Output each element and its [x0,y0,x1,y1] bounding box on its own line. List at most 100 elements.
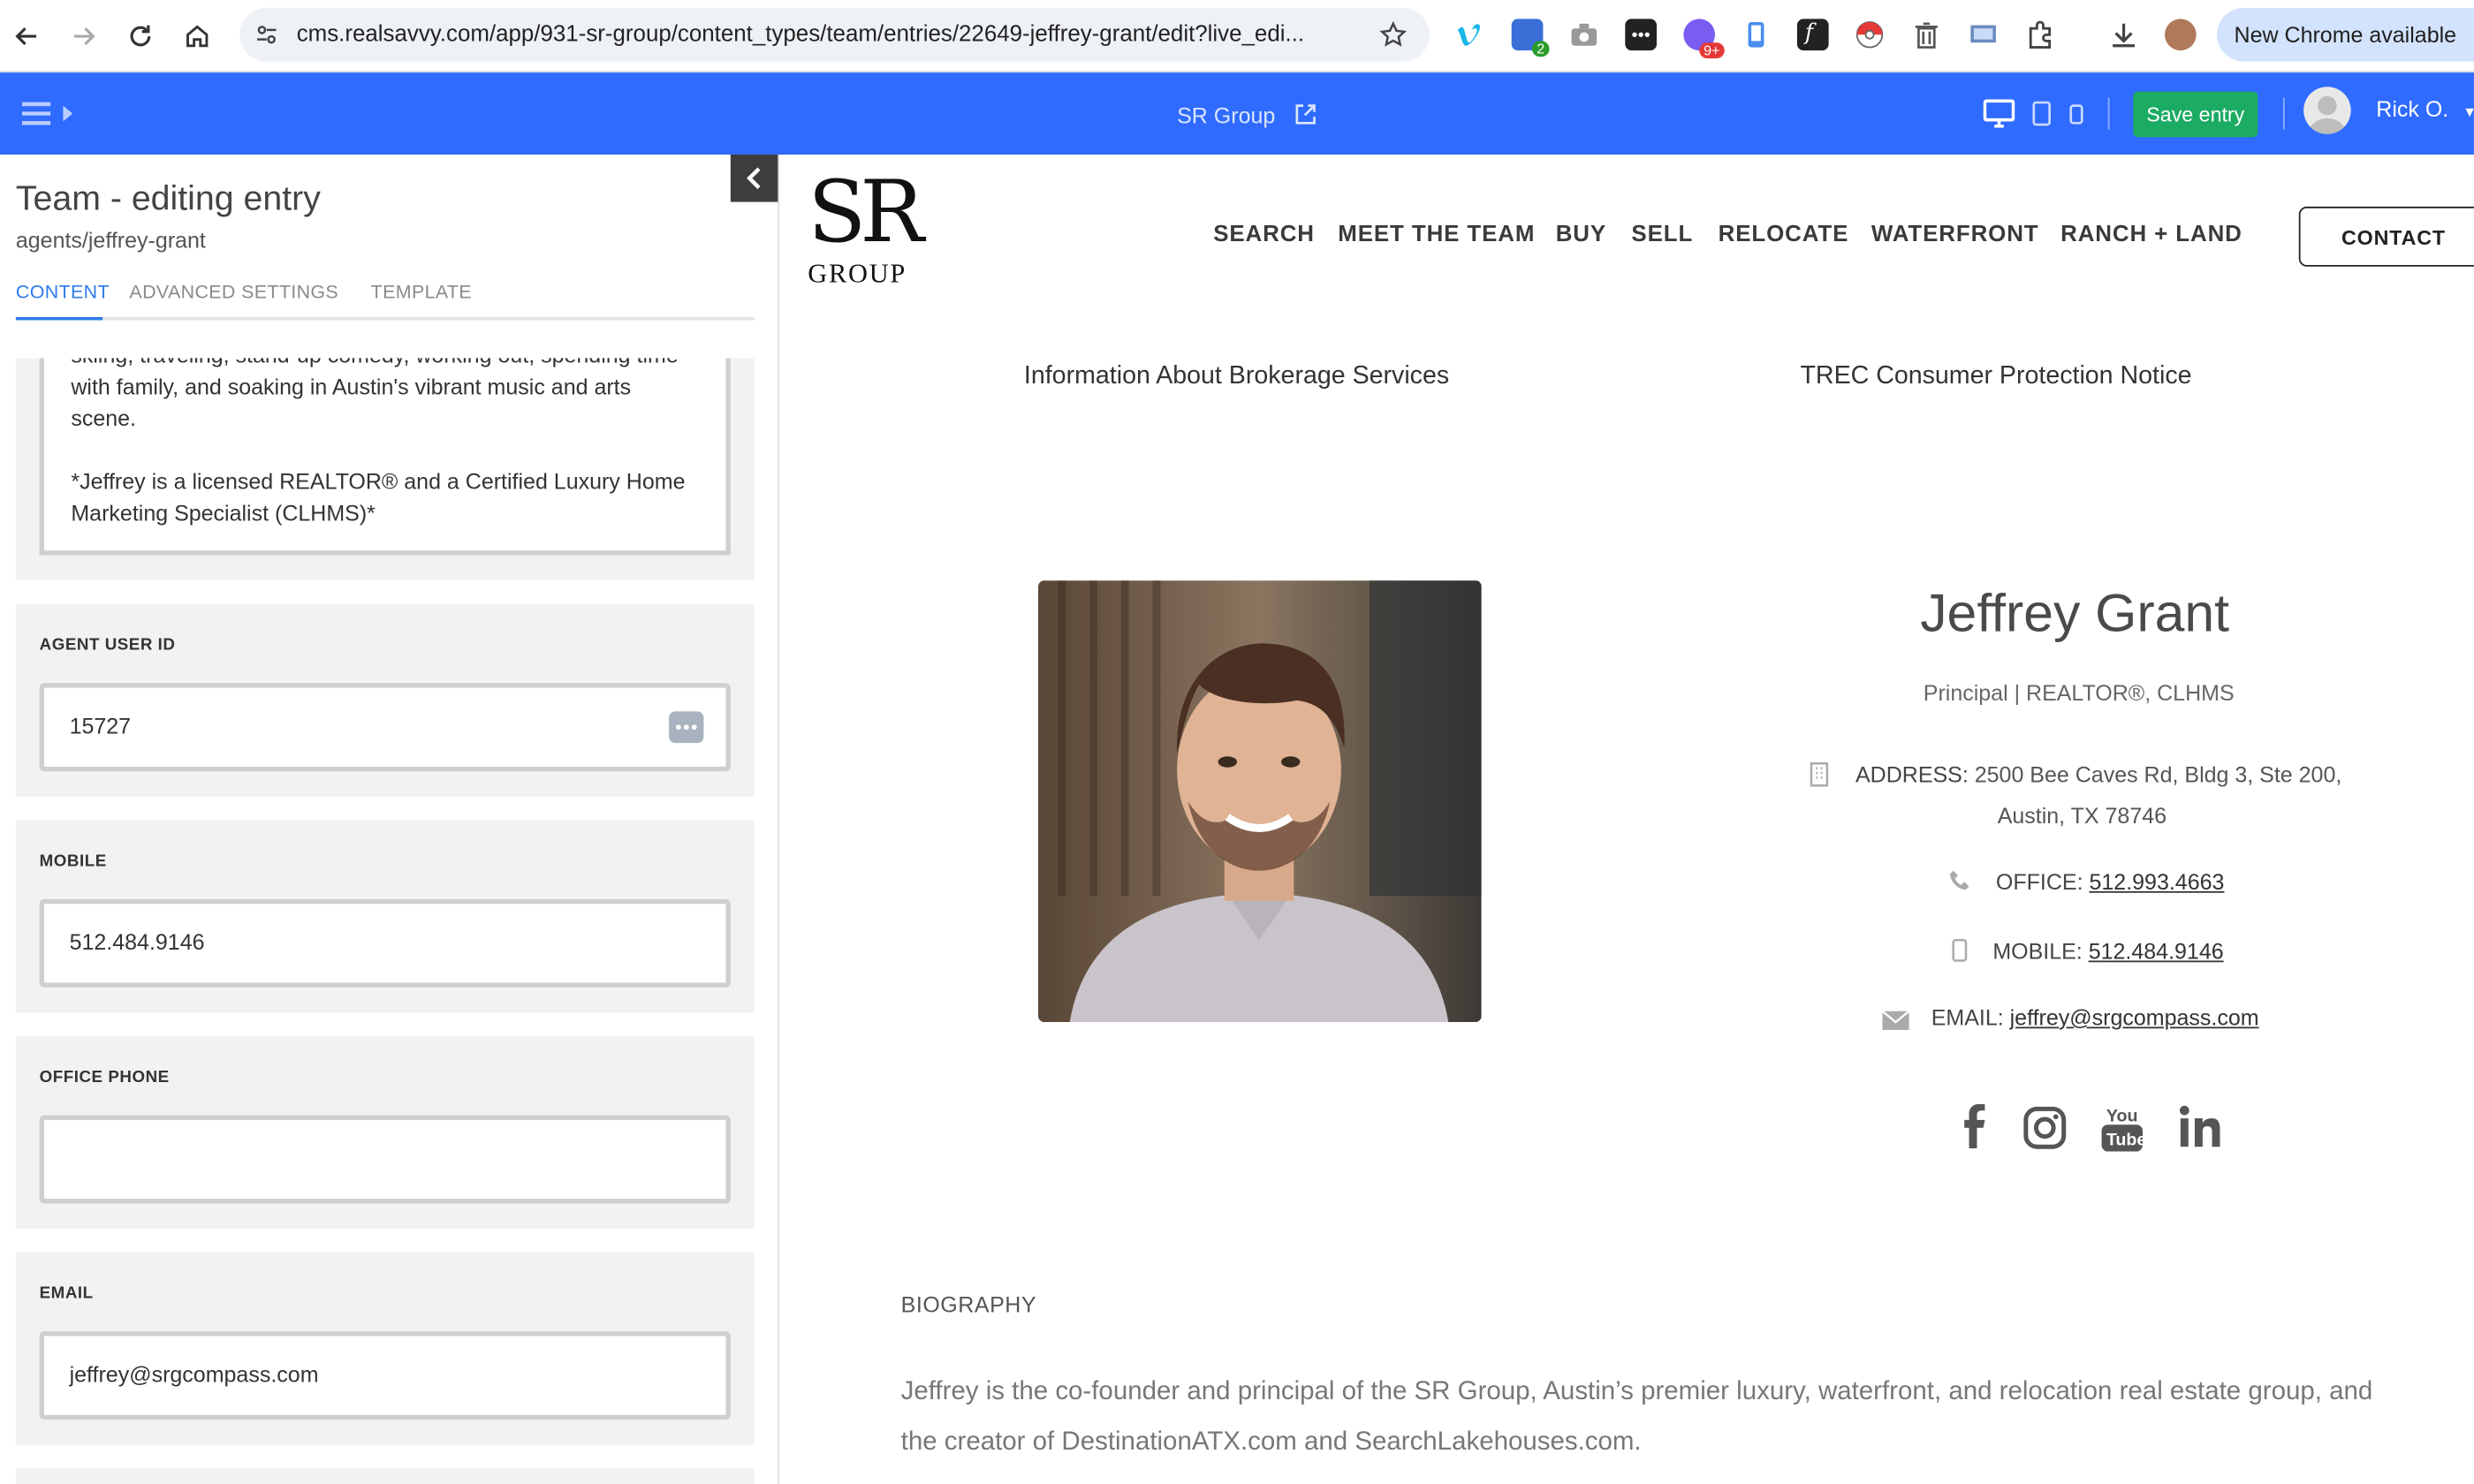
tab-template[interactable]: TEMPLATE [371,281,472,303]
textarea-line: scene. [71,405,137,431]
field-value: jeffrey@srgcompass.com [69,1361,319,1387]
office-phone-input[interactable] [39,1115,731,1204]
chrome-update-button[interactable]: New Chrome available [2216,7,2474,62]
desktop-view-icon[interactable] [1983,99,2015,135]
email-label: EMAIL: [1931,1004,2004,1031]
agent-user-id-input[interactable]: 15727 [39,683,731,772]
bio-field-card: skiing, traveling, stand-up comedy, work… [15,358,755,581]
instagram-icon[interactable] [2021,1101,2068,1151]
fields-scroll-area[interactable]: skiing, traveling, stand-up comedy, work… [0,358,778,1484]
tabs-divider [15,316,755,321]
password-manager-icon[interactable] [669,711,704,744]
facebook-icon[interactable] [1950,1101,1998,1151]
nav-search[interactable]: SEARCH [1213,223,1315,248]
office-phone-link[interactable]: 512.993.4663 [2089,869,2224,895]
mobile-phone-icon [1952,938,1968,970]
field-label: MOBILE [39,852,107,871]
email-input[interactable]: jeffrey@srgcompass.com [39,1331,731,1420]
site-name-link[interactable]: SR Group [1177,102,1275,128]
collapse-panel-button[interactable] [730,154,778,202]
logo-mark: SR [808,162,923,262]
building-icon [1808,761,1830,794]
live-preview: SR GROUP SEARCH MEET THE TEAM BUY SELL R… [780,154,2474,1484]
entry-slug: agents/jeffrey-grant [15,227,206,253]
contact-button[interactable]: CONTACT [2298,206,2474,267]
agent-email: EMAIL: jeffrey@srgcompass.com [1931,1004,2259,1030]
tablet-view-icon[interactable] [2032,101,2051,133]
textarea-line: skiing, traveling, stand-up comedy, work… [71,358,702,370]
sr-group-logo[interactable]: SR GROUP [808,162,923,291]
forward-icon[interactable] [66,19,101,53]
profile-avatar-icon[interactable] [2164,19,2197,51]
agent-mobile: MOBILE: 512.484.9146 [1992,938,2223,964]
address-bar[interactable]: cms.realsavvy.com/app/931-sr-group/conte… [239,7,1430,62]
menu-toggle-icon[interactable] [21,101,79,133]
nav-sell[interactable]: SELL [1631,223,1693,248]
site-settings-icon[interactable] [254,22,279,55]
header-divider [2282,97,2285,130]
field-value: 512.484.9146 [69,928,205,955]
bio-textarea[interactable]: skiing, traveling, stand-up comedy, work… [39,358,731,556]
brokerage-services-link[interactable]: Information About Brokerage Services [1024,363,1449,391]
notification-extension-icon[interactable]: 9+ [1683,19,1725,59]
svg-text:Tube: Tube [2106,1130,2146,1149]
camera-extension-icon[interactable] [1568,19,1600,50]
bookmark-star-icon[interactable] [1379,20,1408,57]
mobile-input[interactable]: 512.484.9146 [39,898,731,988]
logo-wordmark: GROUP [808,258,907,289]
puzzle-extensions-icon[interactable] [2024,19,2056,50]
agent-title: Principal | REALTOR®, CLHMS [1923,679,2235,706]
youtube-icon[interactable]: You Tube [2098,1101,2146,1152]
mobile-card: MOBILE 512.484.9146 [15,820,755,1013]
nav-meet-the-team[interactable]: MEET THE TEAM [1338,223,1535,248]
more-dots-extension-icon[interactable] [1625,19,1657,51]
vimeo-extension-icon[interactable] [1454,19,1486,50]
office-phone-card: OFFICE PHONE [15,1036,755,1230]
browser-toolbar: cms.realsavvy.com/app/931-sr-group/conte… [0,0,2474,73]
external-link-icon[interactable] [1294,102,1317,134]
download-icon[interactable] [2108,19,2140,50]
home-icon[interactable] [180,19,215,53]
phone-icon [1948,869,1970,899]
nav-relocate[interactable]: RELOCATE [1719,223,1849,248]
email-card: EMAIL jeffrey@srgcompass.com [15,1252,755,1445]
page-title: Team - editing entry [15,178,321,218]
back-icon[interactable] [10,19,44,53]
email-link[interactable]: jeffrey@srgcompass.com [2010,1004,2259,1030]
trash-extension-icon[interactable] [1910,19,1942,50]
nav-waterfront[interactable]: WATERFRONT [1871,223,2039,248]
chevron-left-icon [747,167,761,190]
header-divider [2107,97,2110,130]
agent-name: Jeffrey Grant [1920,583,2230,644]
phone-extension-icon[interactable] [1741,19,1772,50]
user-name: Rick O. [2376,95,2449,122]
reload-icon[interactable] [123,19,157,53]
trec-notice-link[interactable]: TREC Consumer Protection Notice [1800,363,2191,391]
nav-buy[interactable]: BUY [1556,223,1606,248]
save-entry-button[interactable]: Save entry [2133,91,2258,138]
linkedin-icon[interactable] [2175,1101,2223,1151]
mobile-label: MOBILE: [1992,938,2083,965]
font-extension-icon[interactable]: f [1796,19,1829,51]
code-extension-icon[interactable]: 2 [1511,19,1550,57]
user-menu[interactable]: Rick O. ▼ [2376,96,2474,122]
tab-advanced-settings[interactable]: ADVANCED SETTINGS [129,281,338,303]
user-avatar[interactable] [2303,87,2351,134]
tab-content[interactable]: CONTENT [16,281,110,303]
mobile-view-icon[interactable] [2068,104,2084,132]
field-value: 15727 [69,713,132,738]
agent-office: OFFICE: 512.993.4663 [1996,869,2225,895]
address-line2: Austin, TX 78746 [1997,802,2167,829]
editor-panel: Team - editing entry agents/jeffrey-gran… [0,154,780,1484]
field-label: AGENT USER ID [39,635,176,655]
agent-address: ADDRESS: 2500 Bee Caves Rd, Bldg 3, Ste … [1856,761,2341,787]
mobile-phone-link[interactable]: 512.484.9146 [2089,938,2224,964]
screen-extension-icon[interactable] [1968,19,2000,50]
field-label: OFFICE PHONE [39,1067,170,1087]
field-label: EMAIL [39,1283,94,1303]
nav-ranch-land[interactable]: RANCH + LAND [2060,223,2243,248]
next-field-card [15,1468,755,1484]
screen: cms.realsavvy.com/app/931-sr-group/conte… [0,0,2474,1484]
biography-heading: BIOGRAPHY [900,1291,1037,1318]
pokeball-extension-icon[interactable] [1854,19,1886,50]
